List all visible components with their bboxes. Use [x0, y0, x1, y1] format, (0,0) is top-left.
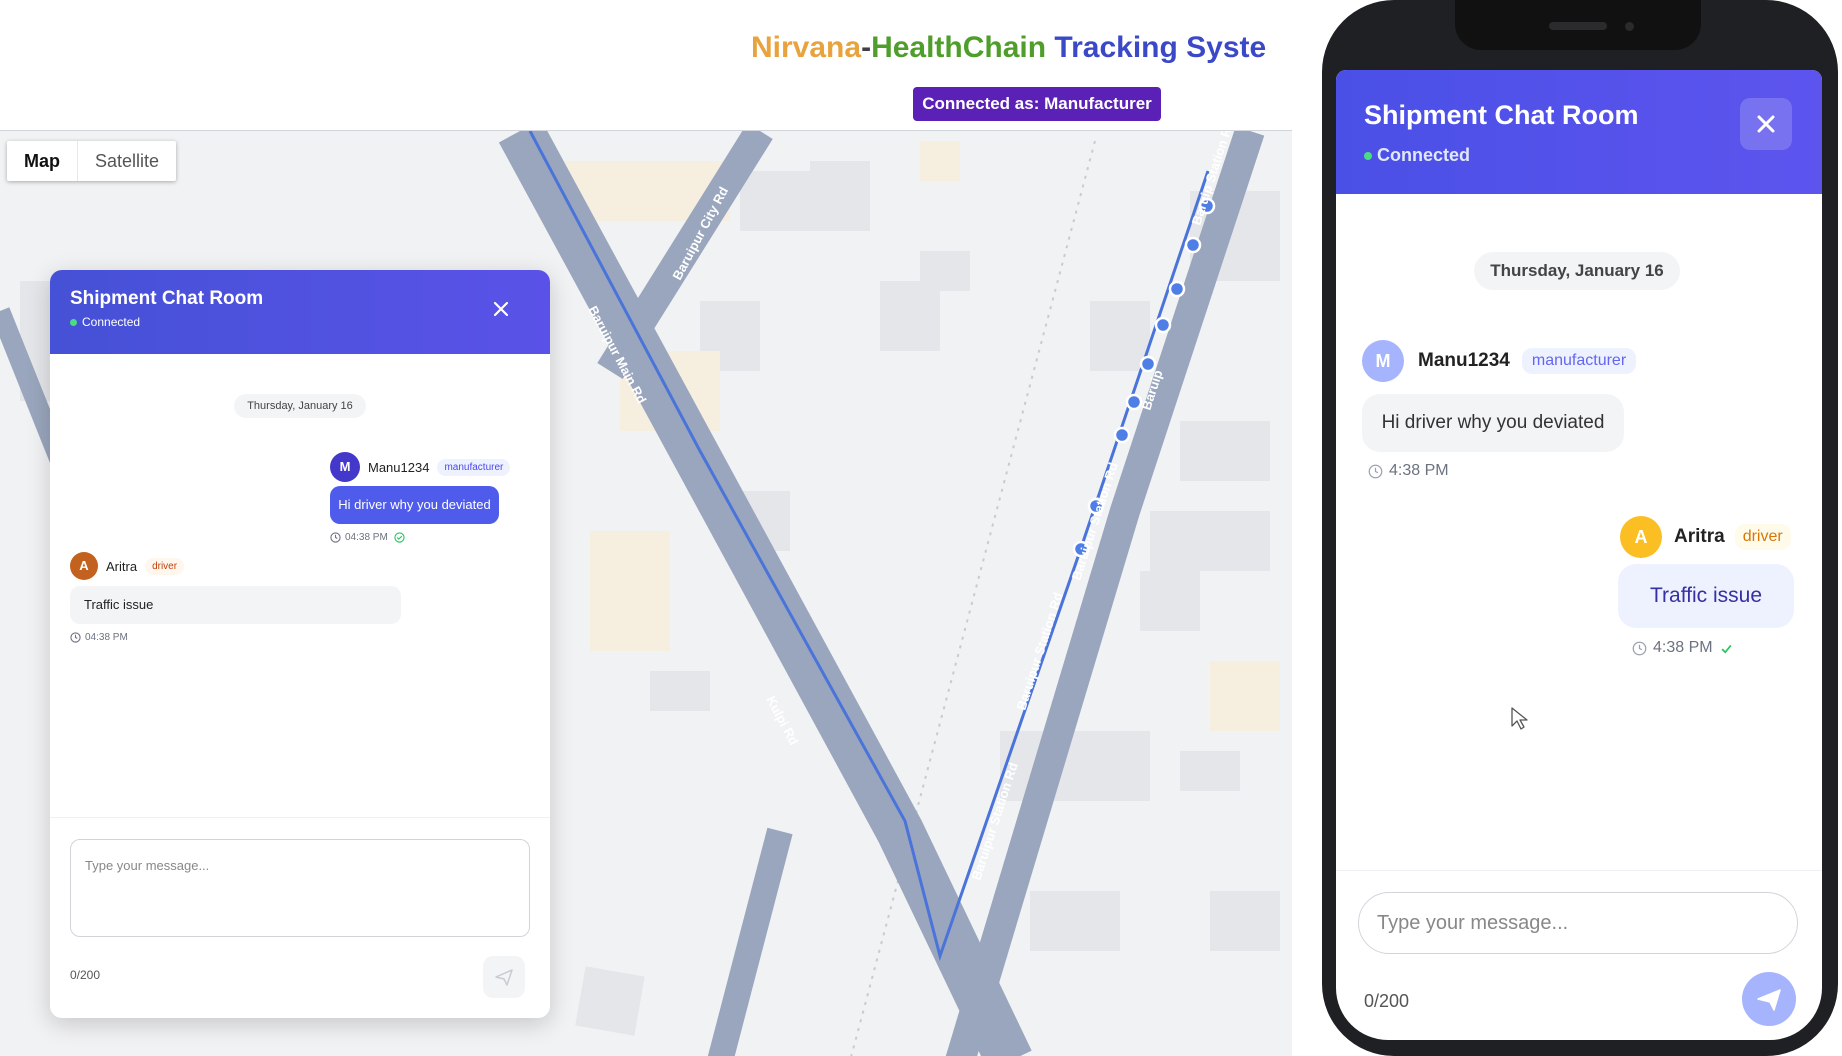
avatar: M [330, 452, 360, 482]
character-counter: 0/200 [70, 968, 101, 982]
message-bubble: Traffic issue [70, 586, 401, 624]
desktop-chat-panel: Shipment Chat Room Connected Thursday, J… [50, 270, 550, 1018]
message-composer: Type your message... 0/200 [1336, 870, 1822, 1040]
message-sender-row: A Aritra driver [1620, 516, 1791, 558]
date-divider: Thursday, January 16 [234, 394, 366, 418]
phone-screen: Shipment Chat Room Connected Thursday, J… [1336, 70, 1822, 1040]
character-counter: 0/200 [1364, 991, 1410, 1011]
clock-icon [70, 632, 81, 643]
message-bubble: Hi driver why you deviated [1362, 394, 1624, 452]
message-meta: 4:38 PM [1368, 462, 1449, 480]
role-badge: manufacturer [1521, 348, 1637, 374]
message-sender-row: M Manu1234 manufacturer [330, 452, 511, 482]
road-label: Kulpi Rd [763, 693, 801, 747]
message-input[interactable]: Type your message... [70, 839, 530, 937]
clock-icon [1632, 641, 1647, 655]
sender-name: Manu1234 [1418, 350, 1510, 371]
message-bubble: Hi driver why you deviated [330, 486, 499, 524]
chat-header: Shipment Chat Room Connected [1336, 70, 1822, 194]
chat-title: Shipment Chat Room [1364, 100, 1639, 130]
check-icon [1721, 644, 1732, 654]
message-sender-row: M Manu1234 manufacturer [1362, 340, 1637, 382]
camera-dot [1625, 22, 1634, 31]
connection-status: Connected [1364, 145, 1794, 166]
status-dot-icon [1364, 151, 1372, 160]
clock-icon [1368, 464, 1383, 478]
chat-header: Shipment Chat Room Connected [50, 270, 550, 354]
message-meta: 04:38 PM [70, 632, 128, 643]
role-badge: manufacturer [437, 458, 511, 476]
app-root: Nirvana-HealthChain Tracking Syste Conne… [0, 0, 1842, 1056]
page-title: Nirvana-HealthChain Tracking Syste [751, 31, 1267, 64]
map-type-map-button[interactable]: Map [7, 141, 78, 181]
mouse-cursor-icon [1511, 707, 1528, 730]
sender-name: Manu1234 [368, 459, 430, 475]
status-dot-icon [70, 318, 77, 326]
message-bubble: Traffic issue [1618, 564, 1794, 628]
close-icon[interactable] [492, 300, 510, 318]
connection-status: Connected [70, 315, 530, 329]
speaker-grille [1549, 22, 1607, 30]
sender-name: Aritra [1674, 526, 1725, 547]
message-meta: 4:38 PM [1632, 639, 1734, 657]
message-sender-row: A Aritra driver [70, 552, 185, 580]
connection-status-badge: Connected as: Manufacturer [913, 87, 1161, 121]
close-button[interactable] [1740, 98, 1792, 150]
role-badge: driver [1734, 524, 1791, 550]
message-composer: Type your message... 0/200 [50, 817, 550, 1018]
phone-notch [1455, 0, 1701, 50]
map-type-satellite-button[interactable]: Satellite [78, 141, 176, 181]
map-type-control: Map Satellite [7, 141, 177, 181]
send-icon [1757, 989, 1781, 1011]
road-minor [707, 827, 793, 1056]
role-badge: driver [145, 557, 185, 575]
check-circle-icon [394, 532, 405, 543]
message-input[interactable]: Type your message... [1358, 892, 1798, 954]
message-meta: 04:38 PM [330, 532, 405, 543]
send-icon [495, 969, 513, 986]
sender-name: Aritra [106, 558, 138, 574]
clock-icon [330, 532, 341, 543]
date-divider: Thursday, January 16 [1474, 252, 1680, 290]
avatar: A [70, 552, 98, 580]
avatar: M [1362, 340, 1404, 382]
close-icon [1757, 115, 1775, 133]
chat-title: Shipment Chat Room [70, 288, 264, 309]
send-button[interactable] [483, 956, 525, 998]
send-button[interactable] [1742, 972, 1796, 1026]
avatar: A [1620, 516, 1662, 558]
